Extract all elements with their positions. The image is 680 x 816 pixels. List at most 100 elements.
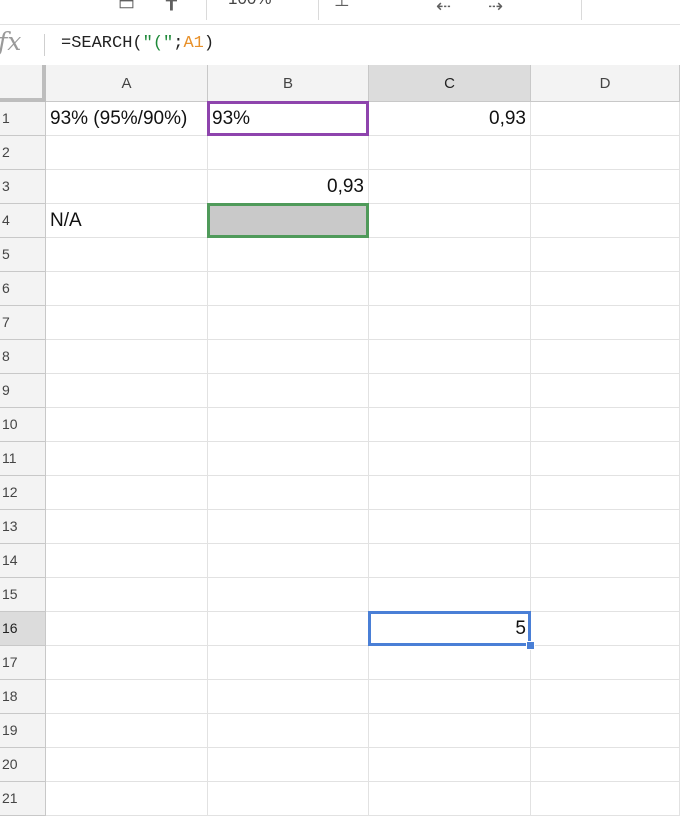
row-header-13[interactable]: 13 bbox=[0, 510, 46, 544]
cell-b4[interactable] bbox=[208, 204, 369, 238]
cell-b12[interactable] bbox=[208, 476, 369, 510]
cell-d9[interactable] bbox=[531, 374, 680, 408]
cell-b17[interactable] bbox=[208, 646, 369, 680]
cell-b1[interactable]: 93% bbox=[208, 102, 369, 136]
cell-d11[interactable] bbox=[531, 442, 680, 476]
cell-a20[interactable] bbox=[46, 748, 208, 782]
cell-b8[interactable] bbox=[208, 340, 369, 374]
paint-format-icon[interactable]: ╋ bbox=[166, 0, 177, 11]
cell-b10[interactable] bbox=[208, 408, 369, 442]
cell-c14[interactable] bbox=[369, 544, 531, 578]
cell-a13[interactable] bbox=[46, 510, 208, 544]
cell-c12[interactable] bbox=[369, 476, 531, 510]
cell-a17[interactable] bbox=[46, 646, 208, 680]
cell-c6[interactable] bbox=[369, 272, 531, 306]
row-header-9[interactable]: 9 bbox=[0, 374, 46, 408]
cell-c2[interactable] bbox=[369, 136, 531, 170]
cell-c7[interactable] bbox=[369, 306, 531, 340]
cell-c9[interactable] bbox=[369, 374, 531, 408]
cell-a14[interactable] bbox=[46, 544, 208, 578]
cell-c1[interactable]: 0,93 bbox=[369, 102, 531, 136]
cell-b18[interactable] bbox=[208, 680, 369, 714]
cell-b13[interactable] bbox=[208, 510, 369, 544]
cell-a10[interactable] bbox=[46, 408, 208, 442]
cell-c8[interactable] bbox=[369, 340, 531, 374]
cell-c19[interactable] bbox=[369, 714, 531, 748]
cell-d8[interactable] bbox=[531, 340, 680, 374]
cell-a5[interactable] bbox=[46, 238, 208, 272]
cell-d12[interactable] bbox=[531, 476, 680, 510]
cell-d14[interactable] bbox=[531, 544, 680, 578]
cell-a4[interactable]: N/A bbox=[46, 204, 208, 238]
cell-c11[interactable] bbox=[369, 442, 531, 476]
select-all-corner[interactable] bbox=[0, 65, 46, 102]
cell-b3[interactable]: 0,93 bbox=[208, 170, 369, 204]
cell-a11[interactable] bbox=[46, 442, 208, 476]
cell-b15[interactable] bbox=[208, 578, 369, 612]
row-header-4[interactable]: 4 bbox=[0, 204, 46, 238]
row-header-16[interactable]: 16 bbox=[0, 612, 46, 646]
increase-decimal-icon[interactable]: ⇢ bbox=[488, 0, 503, 17]
cell-d20[interactable] bbox=[531, 748, 680, 782]
cell-b7[interactable] bbox=[208, 306, 369, 340]
cell-a21[interactable] bbox=[46, 782, 208, 816]
row-header-18[interactable]: 18 bbox=[0, 680, 46, 714]
currency-icon[interactable]: ⊥ bbox=[334, 0, 350, 11]
row-header-7[interactable]: 7 bbox=[0, 306, 46, 340]
cell-a16[interactable] bbox=[46, 612, 208, 646]
cell-a19[interactable] bbox=[46, 714, 208, 748]
cell-a15[interactable] bbox=[46, 578, 208, 612]
column-header-a[interactable]: A bbox=[46, 65, 208, 102]
cell-d3[interactable] bbox=[531, 170, 680, 204]
fill-handle[interactable] bbox=[526, 641, 535, 650]
column-header-b[interactable]: B bbox=[208, 65, 369, 102]
cell-b11[interactable] bbox=[208, 442, 369, 476]
row-header-6[interactable]: 6 bbox=[0, 272, 46, 306]
row-header-17[interactable]: 17 bbox=[0, 646, 46, 680]
cell-a7[interactable] bbox=[46, 306, 208, 340]
row-header-20[interactable]: 20 bbox=[0, 748, 46, 782]
cell-c20[interactable] bbox=[369, 748, 531, 782]
row-header-10[interactable]: 10 bbox=[0, 408, 46, 442]
cell-d16[interactable] bbox=[531, 612, 680, 646]
cell-c18[interactable] bbox=[369, 680, 531, 714]
row-header-19[interactable]: 19 bbox=[0, 714, 46, 748]
cell-d5[interactable] bbox=[531, 238, 680, 272]
cell-d15[interactable] bbox=[531, 578, 680, 612]
cell-d19[interactable] bbox=[531, 714, 680, 748]
cell-d7[interactable] bbox=[531, 306, 680, 340]
cell-b19[interactable] bbox=[208, 714, 369, 748]
cell-b2[interactable] bbox=[208, 136, 369, 170]
cell-b20[interactable] bbox=[208, 748, 369, 782]
cell-d2[interactable] bbox=[531, 136, 680, 170]
print-icon[interactable]: ⬒ bbox=[118, 0, 135, 11]
row-header-8[interactable]: 8 bbox=[0, 340, 46, 374]
cell-a18[interactable] bbox=[46, 680, 208, 714]
formula-input[interactable]: =SEARCH("(";A1) bbox=[61, 34, 214, 53]
cell-d13[interactable] bbox=[531, 510, 680, 544]
cell-b21[interactable] bbox=[208, 782, 369, 816]
cell-a2[interactable] bbox=[46, 136, 208, 170]
cell-c17[interactable] bbox=[369, 646, 531, 680]
row-header-11[interactable]: 11 bbox=[0, 442, 46, 476]
row-header-1[interactable]: 1 bbox=[0, 102, 46, 136]
cell-d18[interactable] bbox=[531, 680, 680, 714]
decrease-decimal-icon[interactable]: ⇠ bbox=[436, 0, 451, 17]
cell-c21[interactable] bbox=[369, 782, 531, 816]
cell-d10[interactable] bbox=[531, 408, 680, 442]
cell-c16[interactable]: 5 bbox=[369, 612, 531, 646]
cell-d4[interactable] bbox=[531, 204, 680, 238]
cell-a8[interactable] bbox=[46, 340, 208, 374]
cell-c3[interactable] bbox=[369, 170, 531, 204]
row-header-15[interactable]: 15 bbox=[0, 578, 46, 612]
cell-b16[interactable] bbox=[208, 612, 369, 646]
column-header-c[interactable]: C bbox=[369, 65, 531, 102]
row-header-3[interactable]: 3 bbox=[0, 170, 46, 204]
cell-c13[interactable] bbox=[369, 510, 531, 544]
zoom-select[interactable]: 100% bbox=[228, 0, 271, 9]
cell-a1[interactable]: 93% (95%/90%) bbox=[46, 102, 208, 136]
row-header-5[interactable]: 5 bbox=[0, 238, 46, 272]
column-header-d[interactable]: D bbox=[531, 65, 680, 102]
cell-c4[interactable] bbox=[369, 204, 531, 238]
cell-c5[interactable] bbox=[369, 238, 531, 272]
